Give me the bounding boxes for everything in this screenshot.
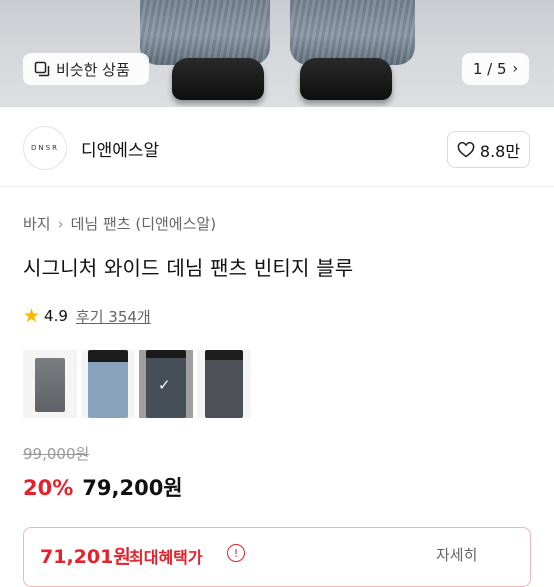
sale-price: 79,200원 <box>82 476 183 500</box>
hero-jean-left <box>140 0 270 65</box>
product-title: 시그니처 와이드 데님 팬츠 빈티지 블루 <box>23 256 354 280</box>
brand-logo[interactable]: DNSR <box>23 126 67 170</box>
check-icon: ✓ <box>158 376 171 394</box>
chevron-right-icon: › <box>512 61 519 77</box>
similar-products-button[interactable]: 비슷한 상품 <box>23 53 149 85</box>
reviews-link[interactable]: 후기 354개 <box>76 306 151 327</box>
color-options: ✓ <box>23 350 251 418</box>
like-button[interactable]: 8.8만 <box>447 131 530 168</box>
hero-shoe-right <box>300 58 392 100</box>
chevron-right-icon: › <box>57 214 64 233</box>
heart-icon <box>457 141 475 157</box>
image-counter[interactable]: 1 / 5 › <box>462 53 529 85</box>
image-counter-text: 1 / 5 <box>472 60 507 78</box>
star-icon: ★ <box>23 305 41 327</box>
hero-shoe-left <box>172 58 264 100</box>
thumbnail-option[interactable] <box>81 350 135 418</box>
hero-jean-right <box>290 0 415 65</box>
rating-row: ★ 4.9 후기 354개 <box>23 305 151 327</box>
price-row: 20% 79,200원 <box>23 472 183 502</box>
benefit-details-link[interactable]: 자세히 <box>436 544 477 565</box>
breadcrumb-item-subcategory[interactable]: 데님 팬츠 (디앤에스알) <box>71 213 216 234</box>
thumbnail-option[interactable] <box>197 350 251 418</box>
rating-score: 4.9 <box>44 307 68 325</box>
like-count: 8.8만 <box>479 141 521 161</box>
benefit-label: 최대혜택가 <box>129 548 203 567</box>
thumbnail-option[interactable] <box>23 350 77 418</box>
breadcrumb: 바지 › 데님 팬츠 (디앤에스알) <box>23 213 216 234</box>
brand-name[interactable]: 디앤에스알 <box>81 136 159 161</box>
original-price: 99,000원 <box>23 445 90 463</box>
pants-image <box>88 350 128 418</box>
pants-image <box>205 350 243 418</box>
benefit-price: 71,201원 <box>40 546 131 568</box>
product-hero-image[interactable]: 비슷한 상품 1 / 5 › <box>0 0 554 107</box>
max-benefit-box[interactable]: 71,201원 최대혜택가 ! 자세히 <box>23 527 531 587</box>
similar-icon <box>34 61 50 77</box>
discount-rate: 20% <box>23 476 74 500</box>
brand-row[interactable]: DNSR 디앤에스알 8.8만 <box>0 108 554 187</box>
breadcrumb-item-category[interactable]: 바지 <box>23 213 51 234</box>
info-icon[interactable]: ! <box>227 544 245 562</box>
pants-image <box>35 358 65 412</box>
thumbnail-option-selected[interactable]: ✓ <box>139 350 193 418</box>
similar-products-label: 비슷한 상품 <box>56 60 130 79</box>
